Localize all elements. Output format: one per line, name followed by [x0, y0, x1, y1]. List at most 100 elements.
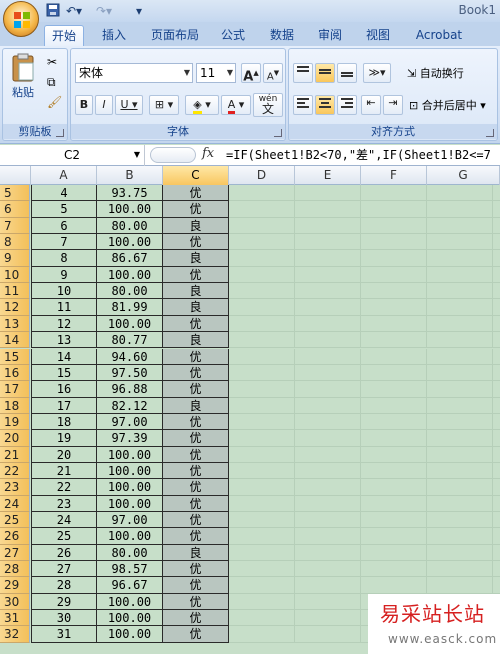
empty-cells[interactable] — [229, 430, 500, 447]
cell-b[interactable]: 80.00 — [97, 217, 163, 235]
column-header-f[interactable]: F — [361, 166, 427, 185]
cell-c[interactable]: 优 — [163, 593, 229, 611]
cell-a[interactable]: 19 — [31, 430, 97, 447]
empty-cells[interactable] — [229, 234, 500, 251]
cell-b[interactable]: 100.00 — [97, 593, 163, 611]
cell-c[interactable]: 优 — [163, 413, 229, 431]
cell-a[interactable]: 22 — [31, 479, 97, 496]
cell-a[interactable]: 16 — [31, 381, 97, 398]
formula-input[interactable]: =IF(Sheet1!B2<70,"差",IF(Sheet1!B2<=7 — [226, 145, 491, 166]
cell-b[interactable]: 86.67 — [97, 250, 163, 267]
cell-c[interactable]: 优 — [163, 561, 229, 578]
cell-b[interactable]: 82.12 — [97, 397, 163, 414]
cell-a[interactable]: 20 — [31, 446, 97, 463]
empty-cells[interactable] — [229, 315, 500, 333]
cell-a[interactable]: 12 — [31, 315, 97, 333]
cell-a[interactable]: 25 — [31, 528, 97, 545]
decrease-indent-button[interactable]: ⇤ — [361, 95, 381, 115]
alignment-dialog-launcher-icon[interactable] — [486, 129, 494, 137]
row-header[interactable]: 9 — [0, 250, 30, 267]
cell-c[interactable]: 优 — [163, 479, 229, 496]
cut-icon[interactable]: ✂ — [47, 55, 57, 69]
empty-cells[interactable] — [229, 446, 500, 463]
cell-a[interactable]: 10 — [31, 283, 97, 300]
cell-b[interactable]: 100.00 — [97, 201, 163, 218]
cell-a[interactable]: 14 — [31, 348, 97, 365]
cell-a[interactable]: 27 — [31, 561, 97, 578]
empty-cells[interactable] — [229, 397, 500, 414]
row-header[interactable]: 23 — [0, 479, 30, 496]
cell-b[interactable]: 100.00 — [97, 495, 163, 512]
merge-center-button[interactable]: ⊡ 合并后居中 ▾ — [409, 97, 486, 113]
row-header[interactable]: 22 — [0, 462, 30, 480]
chevron-down-icon[interactable]: ▼ — [134, 145, 140, 165]
customize-quick-access-icon[interactable]: ▾ — [136, 3, 142, 19]
cell-a[interactable]: 4 — [31, 185, 97, 202]
empty-cells[interactable] — [229, 381, 500, 398]
cell-a[interactable]: 6 — [31, 217, 97, 235]
cell-c[interactable]: 优 — [163, 266, 229, 284]
tab-formulas[interactable]: 公式 — [214, 25, 252, 46]
row-header[interactable]: 27 — [0, 544, 30, 562]
row-header[interactable]: 21 — [0, 446, 30, 463]
column-header-a[interactable]: A — [31, 166, 97, 185]
cell-c[interactable]: 优 — [163, 446, 229, 463]
cell-a[interactable]: 31 — [31, 626, 97, 643]
cell-b[interactable]: 80.00 — [97, 283, 163, 300]
column-header-d[interactable]: D — [229, 166, 295, 185]
save-icon[interactable] — [46, 3, 60, 19]
align-top-button[interactable] — [293, 63, 313, 83]
cell-a[interactable]: 24 — [31, 512, 97, 529]
tab-data[interactable]: 数据 — [262, 25, 302, 46]
font-dialog-launcher-icon[interactable] — [274, 129, 282, 137]
cell-a[interactable]: 13 — [31, 332, 97, 349]
row-header[interactable]: 5 — [0, 185, 30, 202]
cell-c[interactable]: 优 — [163, 430, 229, 447]
row-header[interactable]: 14 — [0, 332, 30, 349]
empty-cells[interactable] — [229, 348, 500, 365]
cell-c[interactable]: 优 — [163, 626, 229, 643]
tab-acrobat[interactable]: Acrobat — [408, 25, 470, 46]
cell-c[interactable]: 优 — [163, 577, 229, 594]
cell-b[interactable]: 97.00 — [97, 413, 163, 431]
tab-view[interactable]: 视图 — [358, 25, 398, 46]
row-header[interactable]: 10 — [0, 266, 30, 284]
shrink-font-button[interactable]: A▼ — [263, 63, 283, 83]
row-header[interactable]: 30 — [0, 593, 30, 611]
tab-insert[interactable]: 插入 — [94, 25, 134, 46]
cell-a[interactable]: 17 — [31, 397, 97, 414]
cell-a[interactable]: 11 — [31, 299, 97, 316]
underline-button[interactable]: U ▾ — [115, 95, 143, 115]
cell-b[interactable]: 96.67 — [97, 577, 163, 594]
clipboard-dialog-launcher-icon[interactable] — [56, 129, 64, 137]
cell-b[interactable]: 100.00 — [97, 626, 163, 643]
cell-b[interactable]: 100.00 — [97, 610, 163, 627]
font-name-combo[interactable]: 宋体 ▼ — [75, 63, 193, 83]
row-header[interactable]: 7 — [0, 217, 30, 235]
orientation-button[interactable]: ≫▾ — [363, 63, 391, 83]
empty-cells[interactable] — [229, 528, 500, 545]
empty-cells[interactable] — [229, 462, 500, 480]
borders-button[interactable]: ⊞ ▾ — [149, 95, 179, 115]
align-center-button[interactable] — [315, 95, 335, 115]
row-header[interactable]: 18 — [0, 397, 30, 414]
select-all-corner[interactable] — [0, 166, 31, 185]
cell-b[interactable]: 100.00 — [97, 234, 163, 251]
tab-home[interactable]: 开始 — [44, 25, 84, 46]
cell-c[interactable]: 优 — [163, 315, 229, 333]
cell-c[interactable]: 良 — [163, 250, 229, 267]
empty-cells[interactable] — [229, 250, 500, 267]
row-header[interactable]: 29 — [0, 577, 30, 594]
office-button[interactable] — [3, 1, 39, 37]
font-size-combo[interactable]: 11 ▼ — [196, 63, 236, 83]
column-header-e[interactable]: E — [295, 166, 361, 185]
grow-font-button[interactable]: A▲ — [241, 63, 261, 84]
cell-c[interactable]: 优 — [163, 234, 229, 251]
cell-b[interactable]: 97.50 — [97, 364, 163, 382]
cell-c[interactable]: 优 — [163, 201, 229, 218]
row-header[interactable]: 25 — [0, 512, 30, 529]
cell-c[interactable]: 良 — [163, 283, 229, 300]
tab-review[interactable]: 审阅 — [310, 25, 350, 46]
cell-c[interactable]: 良 — [163, 544, 229, 562]
row-header[interactable]: 15 — [0, 348, 30, 365]
